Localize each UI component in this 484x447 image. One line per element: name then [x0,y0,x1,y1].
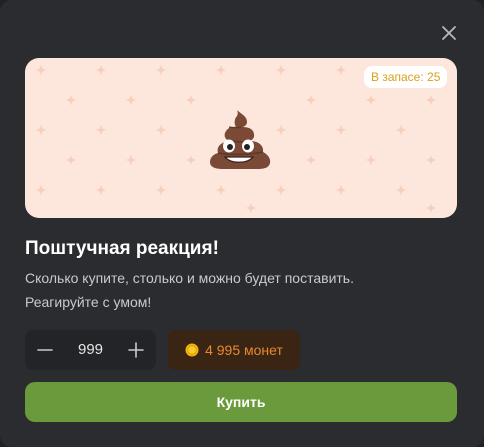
dialog-title: Поштучная реакция! [25,238,219,259]
dialog-description: Сколько купите, столько и можно будет по… [25,266,457,314]
close-icon [442,26,456,40]
purchase-dialog: В запасе: 25 Поштучная реакция! Сколько … [0,0,484,447]
plus-icon [128,342,144,358]
description-line-2: Реагируйте с умом! [25,294,152,310]
description-line-1: Сколько купите, столько и можно будет по… [25,270,354,286]
minus-icon [37,349,53,351]
quantity-input[interactable]: 999 [65,330,116,370]
close-button[interactable] [436,20,462,46]
coin-icon [185,343,199,357]
price-label: 4 995 монет [205,342,283,358]
decrement-button[interactable] [25,330,65,370]
stock-badge: В запасе: 25 [364,66,448,88]
increment-button[interactable] [116,330,156,370]
price-badge: 4 995 монет [168,330,300,370]
buy-button[interactable]: Купить [25,382,457,422]
quantity-stepper: 999 [25,330,156,370]
poop-emoji-icon [210,110,271,169]
